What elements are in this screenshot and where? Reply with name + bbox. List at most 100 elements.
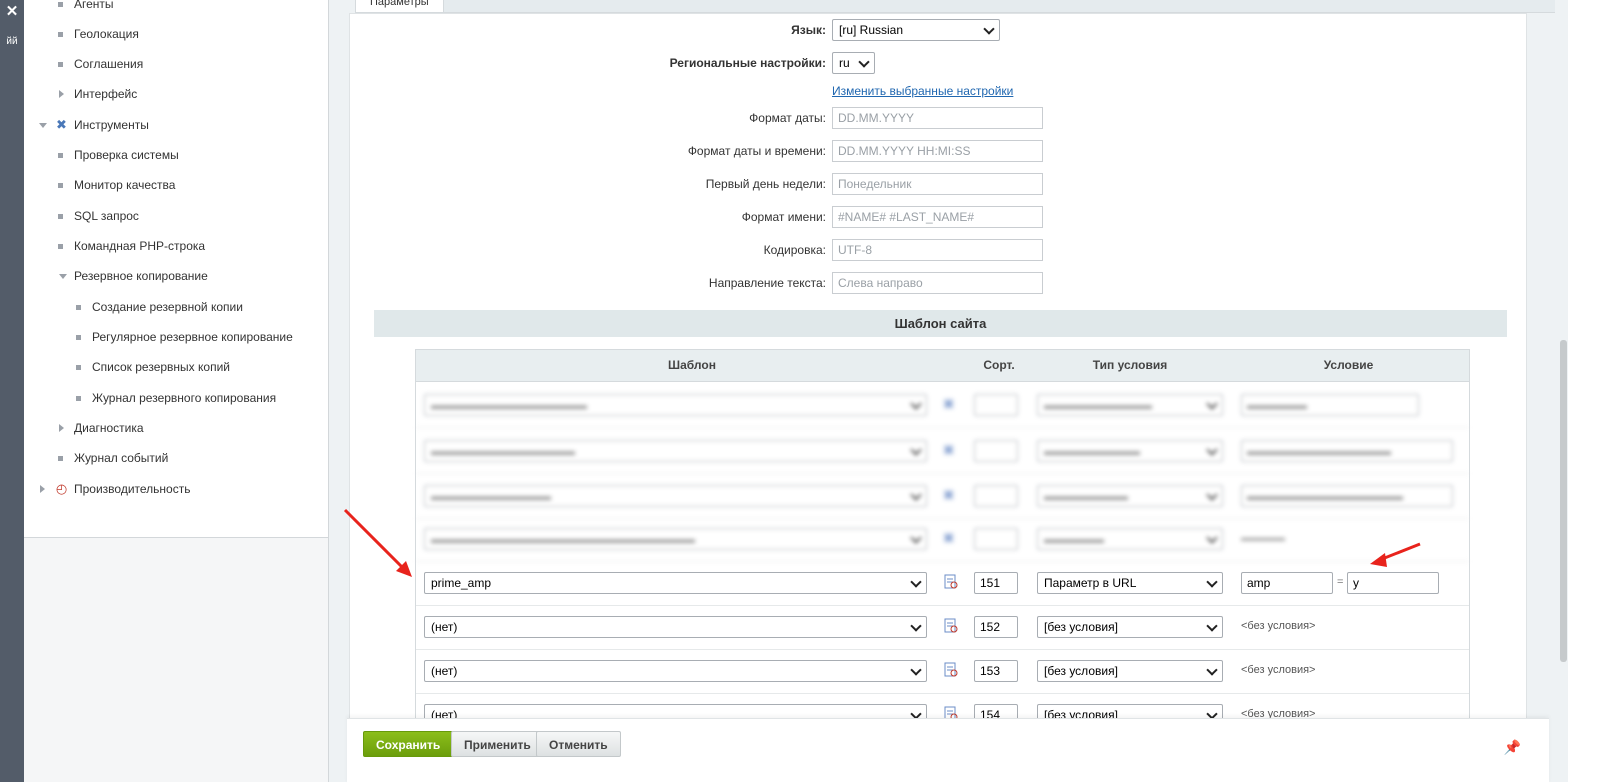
template-select[interactable]: prime_amp (424, 572, 927, 594)
chevron-down-icon (910, 444, 922, 456)
bullet-icon (76, 396, 81, 401)
condition-type-value: Параметр в URL (1044, 576, 1137, 590)
table-row-blurred: ▬▬▬▬▬▬▬▬▬▬▬▬▬▬▬▬▬▬▬▬▬▬ ▣ ▬▬▬▬▬ ▬▬▬▬ (416, 518, 1469, 562)
table-row-blurred: ▬▬▬▬▬▬▬▬▬▬ ▣ ▬▬▬▬▬▬▬ ▬▬▬▬▬▬▬▬▬▬▬▬▬ (416, 475, 1469, 519)
collapse-arrow-icon[interactable] (39, 123, 47, 128)
expand-arrow-icon[interactable] (59, 90, 64, 98)
chevron-down-icon (1206, 576, 1218, 588)
chevron-down-icon (910, 576, 922, 588)
template-value: (нет) (431, 620, 458, 634)
edit-icon[interactable] (943, 662, 959, 678)
sort-input[interactable] (974, 528, 1018, 550)
template-table: Шаблон Сорт. Тип условия Условие ▬▬▬▬▬▬▬… (415, 349, 1470, 751)
equals-sign: = (1337, 576, 1344, 588)
expand-arrow-icon[interactable] (40, 485, 45, 493)
site-template-section-title: Шаблон сайта (374, 310, 1507, 337)
logo-icon[interactable]: ✕ (0, 2, 24, 20)
sort-input[interactable]: 153 (974, 660, 1018, 682)
condition-input[interactable]: ▬▬▬▬▬▬▬▬▬▬▬▬ (1241, 440, 1453, 462)
datetime-format-field[interactable]: DD.MM.YYYY HH:MI:SS (832, 140, 1043, 162)
template-value: prime_amp (431, 576, 492, 590)
change-settings-link[interactable]: Изменить выбранные настройки (832, 84, 1013, 98)
sort-input[interactable] (974, 485, 1018, 507)
language-select[interactable]: [ru] Russian (832, 19, 1000, 41)
condition-type-select[interactable]: Параметр в URL (1037, 572, 1223, 594)
col-condition-type: Тип условия (1092, 358, 1168, 372)
collapse-arrow-icon[interactable] (59, 274, 67, 279)
template-select[interactable]: ▬▬▬▬▬▬▬▬▬▬▬▬ (424, 440, 927, 462)
sidebar-empty-area (24, 538, 328, 782)
edit-icon[interactable]: ▣ (943, 530, 959, 546)
date-format-field[interactable]: DD.MM.YYYY (832, 107, 1043, 129)
text-direction-row: Направление текста: (350, 272, 826, 296)
template-select[interactable]: ▬▬▬▬▬▬▬▬▬▬ (424, 485, 927, 507)
edit-icon[interactable] (943, 574, 959, 590)
bullet-icon (76, 365, 81, 370)
language-value: [ru] Russian (839, 23, 904, 37)
encoding-field[interactable]: UTF-8 (832, 239, 1043, 261)
encoding-label: Кодировка: (763, 243, 826, 257)
edit-icon[interactable]: ▣ (943, 396, 959, 412)
edit-icon[interactable]: ▣ (943, 442, 959, 458)
bullet-icon (58, 153, 63, 158)
regional-row: Региональные настройки: (350, 52, 826, 76)
language-row: Язык: (350, 19, 826, 43)
template-select[interactable]: ▬▬▬▬▬▬▬▬▬▬▬▬▬ (424, 394, 927, 416)
regional-label: Региональные настройки: (669, 56, 826, 70)
left-panel-strip: ✕ йй (0, 0, 24, 782)
chevron-down-icon (910, 620, 922, 632)
table-row: (нет) 153 [без условия] <без условия> (416, 650, 1469, 694)
table-row-blurred: ▬▬▬▬▬▬▬▬▬▬▬▬ ▣ ▬▬▬▬▬▬▬▬ ▬▬▬▬▬▬▬▬▬▬▬▬ (416, 430, 1469, 474)
bullet-icon (58, 456, 63, 461)
condition-type-value: [без условия] (1044, 620, 1118, 634)
name-format-label: Формат имени: (741, 210, 826, 224)
condition-type-select[interactable]: [без условия] (1037, 616, 1223, 638)
text-direction-label: Направление текста: (708, 276, 826, 290)
condition-type-select[interactable]: [без условия] (1037, 660, 1223, 682)
table-row: (нет) 152 [без условия] <без условия> (416, 606, 1469, 650)
url-param-input[interactable]: amp (1241, 572, 1333, 594)
apply-button[interactable]: Применить (451, 731, 544, 757)
save-button[interactable]: Сохранить (363, 731, 454, 757)
cancel-button[interactable]: Отменить (536, 731, 621, 757)
table-row-blurred: ▬▬▬▬▬▬▬▬▬▬▬▬▬ ▣ ▬▬▬▬▬▬▬▬▬ ▬▬▬▬▬ (416, 384, 1469, 428)
datetime-format-row: Формат даты и времени: (350, 140, 826, 164)
sort-input[interactable] (974, 394, 1018, 416)
sort-input[interactable]: 152 (974, 616, 1018, 638)
url-param-value-input[interactable]: y (1347, 572, 1439, 594)
name-format-field[interactable]: #NAME# #LAST_NAME# (832, 206, 1043, 228)
regional-select[interactable]: ru (832, 52, 875, 74)
edit-icon[interactable] (943, 618, 959, 634)
first-day-field[interactable]: Понедельник (832, 173, 1043, 195)
chevron-down-icon (1206, 620, 1218, 632)
chevron-down-icon (910, 664, 922, 676)
chevron-down-icon (910, 489, 922, 501)
condition-type-select[interactable]: ▬▬▬▬▬▬▬▬▬ (1037, 394, 1223, 416)
datetime-format-label: Формат даты и времени: (687, 144, 826, 158)
chevron-down-icon (1206, 444, 1218, 456)
chevron-down-icon (1206, 664, 1218, 676)
condition-type-select[interactable]: ▬▬▬▬▬▬▬ (1037, 485, 1223, 507)
col-template: Шаблон (668, 358, 716, 372)
date-format-label: Формат даты: (749, 111, 826, 125)
template-select[interactable]: (нет) (424, 660, 927, 682)
sort-input[interactable] (974, 440, 1018, 462)
sort-input[interactable]: 151 (974, 572, 1018, 594)
chevron-down-icon (1206, 532, 1218, 544)
condition-input[interactable]: ▬▬▬▬▬ (1241, 394, 1419, 416)
template-select[interactable]: ▬▬▬▬▬▬▬▬▬▬▬▬▬▬▬▬▬▬▬▬▬▬ (424, 528, 927, 550)
text-direction-field[interactable]: Слева направо (832, 272, 1043, 294)
table-header: Шаблон Сорт. Тип условия Условие (416, 350, 1469, 382)
tools-icon: ✖ (56, 117, 67, 132)
condition-type-select[interactable]: ▬▬▬▬▬▬▬▬ (1037, 440, 1223, 462)
scrollbar-thumb[interactable] (1560, 340, 1567, 662)
expand-arrow-icon[interactable] (59, 424, 64, 432)
template-select[interactable]: (нет) (424, 616, 927, 638)
condition-input[interactable]: ▬▬▬▬▬▬▬▬▬▬▬▬▬ (1241, 485, 1453, 507)
condition-text: <без условия> (1241, 664, 1316, 676)
tab-parameters[interactable]: Параметры (355, 0, 444, 12)
bullet-icon (58, 62, 63, 67)
pin-icon[interactable]: 📌 (1504, 739, 1521, 756)
condition-type-select[interactable]: ▬▬▬▬▬ (1037, 528, 1223, 550)
edit-icon[interactable]: ▣ (943, 487, 959, 503)
